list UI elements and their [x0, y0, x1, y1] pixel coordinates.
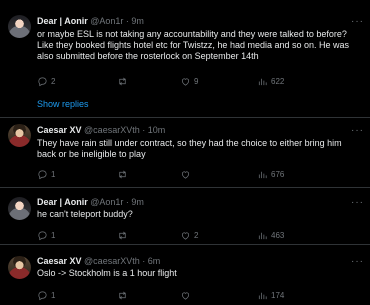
reply-count: 1 [51, 230, 56, 240]
view-count: 463 [271, 230, 285, 240]
retweet-button[interactable] [117, 290, 131, 301]
view-count: 676 [271, 169, 285, 179]
heart-icon [181, 292, 190, 300]
like-button[interactable] [180, 169, 194, 180]
avatar[interactable] [8, 256, 31, 279]
separator-dot: · [142, 125, 146, 135]
reply-tweet[interactable]: Dear | Aonir @Aon1r · 9m ··· he can't te… [0, 188, 370, 245]
retweet-icon [119, 170, 126, 179]
tweet-actions: 1 676 [37, 169, 363, 181]
author-name[interactable]: Caesar XV [37, 125, 82, 135]
retweet-button[interactable] [117, 230, 131, 241]
like-button[interactable]: 9 [180, 76, 198, 87]
views-icon [258, 78, 267, 86]
author-handle[interactable]: @Aon1r [90, 16, 123, 26]
reply-count: 2 [51, 76, 56, 86]
reply-icon [38, 291, 47, 301]
reply-count: 1 [51, 290, 56, 300]
retweet-icon [119, 291, 126, 300]
tweet-header: Caesar XV @caesarXVth · 6m [37, 256, 160, 267]
tweet-header: Caesar XV @caesarXVth · 10m [37, 125, 165, 136]
views-button[interactable]: 463 [257, 230, 284, 241]
avatar[interactable] [8, 197, 31, 220]
tweet-header: Dear | Aonir @Aon1r · 9m [37, 16, 144, 27]
separator-dot: · [142, 256, 146, 266]
heart-icon [181, 232, 190, 240]
retweet-icon [119, 77, 126, 86]
timestamp[interactable]: 9m [131, 197, 144, 207]
author-name[interactable]: Dear | Aonir [37, 197, 88, 207]
reply-button[interactable]: 1 [37, 290, 55, 301]
tweet-text: or maybe ESL is not taking any accountab… [37, 29, 350, 61]
like-count: 9 [194, 76, 199, 86]
views-button[interactable]: 622 [257, 76, 284, 87]
like-button[interactable]: 2 [180, 230, 198, 241]
reply-button[interactable]: 2 [37, 76, 55, 87]
separator-dot: · [125, 197, 129, 207]
views-button[interactable]: 174 [257, 290, 284, 301]
more-icon[interactable]: ··· [351, 257, 364, 267]
separator-dot: · [125, 16, 129, 26]
reply-button[interactable]: 1 [37, 169, 55, 180]
heart-icon [181, 78, 190, 86]
more-icon[interactable]: ··· [351, 17, 364, 27]
views-icon [258, 232, 267, 240]
like-button[interactable] [180, 290, 194, 301]
tweet-header: Dear | Aonir @Aon1r · 9m [37, 197, 144, 208]
like-count: 2 [194, 230, 199, 240]
reply-tweet[interactable]: Caesar XV @caesarXVth · 6m ··· Oslo -> S… [0, 245, 370, 305]
view-count: 174 [271, 290, 285, 300]
tweet-text: Oslo -> Stockholm is a 1 hour flight [37, 268, 177, 278]
views-icon [258, 171, 267, 179]
avatar[interactable] [8, 124, 31, 147]
retweet-button[interactable] [117, 169, 131, 180]
view-count: 622 [271, 76, 285, 86]
reply-icon [38, 170, 47, 180]
tweet-text: he can't teleport buddy? [37, 209, 133, 219]
more-icon[interactable]: ··· [351, 126, 364, 136]
views-icon [258, 292, 267, 300]
reply-icon [38, 231, 47, 241]
reply-tweet[interactable]: Dear | Aonir @Aon1r · 9m ··· or maybe ES… [0, 0, 370, 118]
views-button[interactable]: 676 [257, 169, 284, 180]
author-name[interactable]: Dear | Aonir [37, 16, 88, 26]
tweet-actions: 1 2 463 [37, 230, 363, 242]
timestamp[interactable]: 10m [148, 125, 166, 135]
more-icon[interactable]: ··· [351, 198, 364, 208]
timestamp[interactable]: 9m [131, 16, 144, 26]
author-name[interactable]: Caesar XV [37, 256, 82, 266]
author-handle[interactable]: @caesarXVth [84, 256, 140, 266]
reply-icon [38, 77, 47, 87]
author-handle[interactable]: @caesarXVth [84, 125, 140, 135]
author-handle[interactable]: @Aon1r [90, 197, 123, 207]
timestamp[interactable]: 6m [148, 256, 161, 266]
reply-tweet[interactable]: Caesar XV @caesarXVth · 10m ··· They hav… [0, 118, 370, 188]
reply-button[interactable]: 1 [37, 230, 55, 241]
tweet-text: They have rain still under contract, so … [37, 138, 342, 159]
retweet-icon [119, 231, 126, 240]
tweet-actions: 1 174 [37, 290, 363, 302]
reply-count: 1 [51, 169, 56, 179]
heart-icon [181, 171, 190, 179]
retweet-button[interactable] [117, 76, 131, 87]
avatar[interactable] [8, 15, 31, 38]
tweet-actions: 2 9 622 [37, 76, 363, 88]
show-replies-link[interactable]: Show replies [37, 99, 89, 110]
